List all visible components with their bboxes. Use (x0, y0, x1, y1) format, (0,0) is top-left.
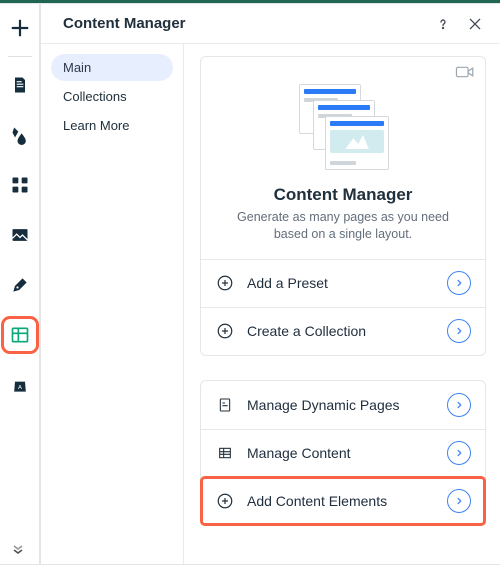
grid-icon (215, 443, 235, 463)
store-icon[interactable]: A (4, 369, 36, 401)
chevron-down-icon[interactable] (12, 543, 28, 558)
side-nav: Main Collections Learn More (41, 44, 184, 564)
row-manage-dynamic-pages[interactable]: Manage Dynamic Pages (201, 381, 485, 429)
plus-circle-icon (215, 321, 235, 341)
plus-circle-icon (215, 273, 235, 293)
panel-header: Content Manager (41, 4, 500, 44)
image-icon[interactable] (4, 219, 36, 251)
divider (8, 56, 32, 57)
row-add-content-elements[interactable]: Add Content Elements (201, 477, 485, 525)
hero-subtitle: Generate as many pages as you need based… (217, 209, 469, 259)
row-add-preset[interactable]: Add a Preset (201, 259, 485, 307)
row-label: Manage Content (247, 445, 435, 461)
header-actions (432, 13, 486, 35)
secondary-card: Manage Dynamic Pages Manage Content (200, 380, 486, 526)
hero: Content Manager Generate as many pages a… (201, 57, 485, 259)
sidenav-item-collections[interactable]: Collections (51, 83, 173, 110)
content-area: Content Manager Generate as many pages a… (184, 44, 500, 564)
hero-illustration (217, 79, 469, 173)
pen-icon[interactable] (4, 269, 36, 301)
row-label: Manage Dynamic Pages (247, 397, 435, 413)
panel-title: Content Manager (63, 15, 186, 32)
add-icon[interactable] (4, 12, 36, 44)
row-label: Add a Preset (247, 275, 435, 291)
chevron-right-icon (447, 319, 471, 343)
page-icon (215, 395, 235, 415)
sidenav-item-learn-more[interactable]: Learn More (51, 112, 173, 139)
content-manager-icon[interactable] (4, 319, 36, 351)
apps-icon[interactable] (4, 169, 36, 201)
row-create-collection[interactable]: Create a Collection (201, 307, 485, 355)
svg-text:A: A (18, 385, 22, 391)
hero-title: Content Manager (217, 185, 469, 205)
chevron-right-icon (447, 441, 471, 465)
plus-circle-icon (215, 491, 235, 511)
chevron-right-icon (447, 393, 471, 417)
chevron-right-icon (447, 489, 471, 513)
theme-icon[interactable] (4, 119, 36, 151)
chevron-right-icon (447, 271, 471, 295)
row-manage-content[interactable]: Manage Content (201, 429, 485, 477)
panel: Content Manager Main Collections Learn M… (40, 3, 500, 565)
close-icon[interactable] (464, 13, 486, 35)
hero-card: Content Manager Generate as many pages a… (200, 56, 486, 356)
panel-body: Main Collections Learn More (41, 44, 500, 564)
sidenav-item-main[interactable]: Main (51, 54, 173, 81)
page-icon[interactable] (4, 69, 36, 101)
row-label: Add Content Elements (247, 493, 435, 509)
help-icon[interactable] (432, 13, 454, 35)
left-toolbar: A (0, 3, 40, 565)
row-label: Create a Collection (247, 323, 435, 339)
video-icon[interactable] (455, 65, 475, 81)
